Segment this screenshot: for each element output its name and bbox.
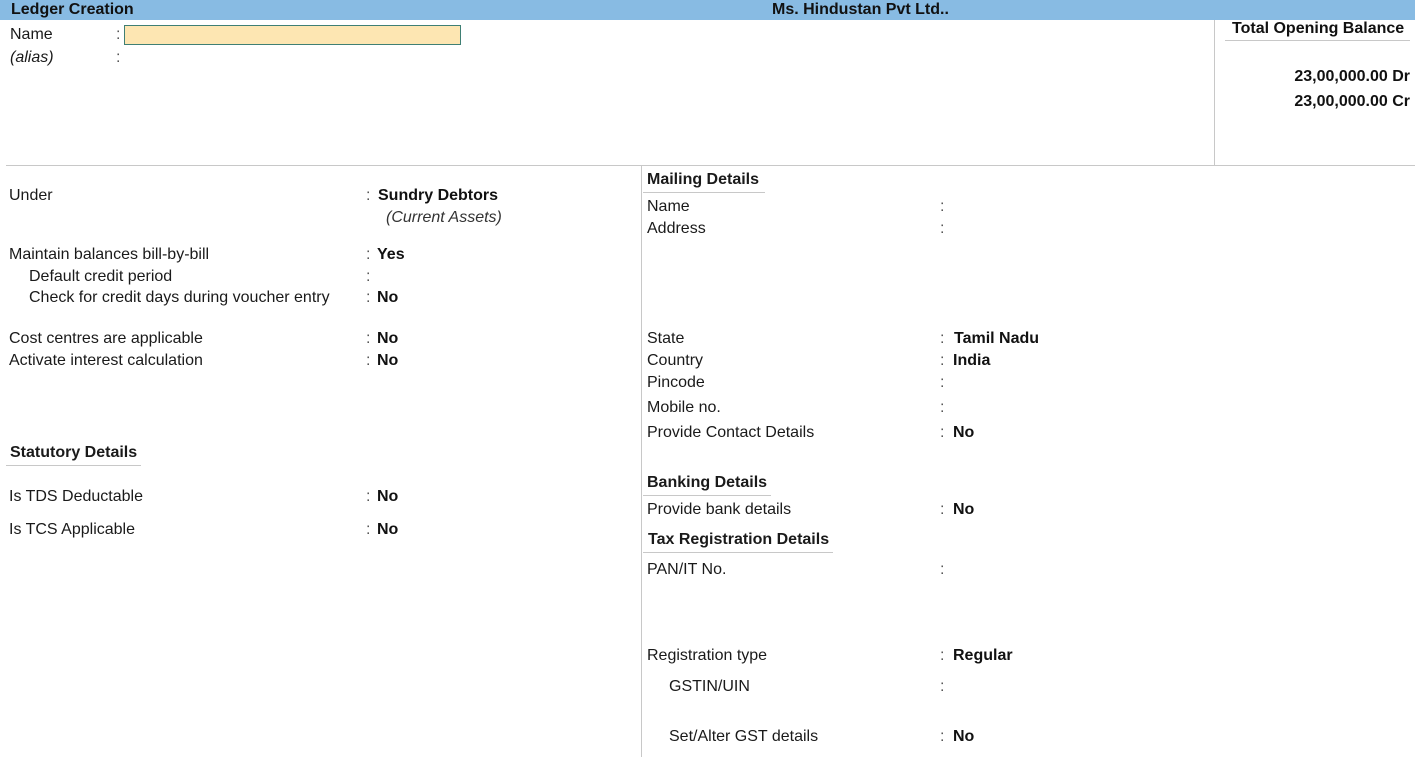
column-divider xyxy=(641,165,642,757)
balance-panel-divider xyxy=(1214,20,1215,165)
gst-details-label: Set/Alter GST details xyxy=(669,728,819,745)
under-value[interactable]: Sundry Debtors xyxy=(378,186,498,206)
ledger-name-input[interactable] xyxy=(124,25,461,45)
under-label: Under xyxy=(9,187,53,204)
state-value[interactable]: Tamil Nadu xyxy=(954,329,1039,349)
tds-label: Is TDS Deductable xyxy=(9,488,143,505)
check-credit-days-value[interactable]: No xyxy=(377,288,398,308)
tcs-label: Is TCS Applicable xyxy=(9,521,135,538)
bank-details-label: Provide bank details xyxy=(647,501,792,518)
title-bar: Ledger Creation Ms. Hindustan Pvt Ltd.. xyxy=(0,0,1415,20)
bank-details-value[interactable]: No xyxy=(953,500,974,520)
alias-label: (alias) xyxy=(10,49,54,66)
country-value[interactable]: India xyxy=(953,351,990,371)
pincode-label: Pincode xyxy=(647,374,705,391)
registration-type-label: Registration type xyxy=(647,647,768,664)
default-credit-period-label: Default credit period xyxy=(29,268,173,285)
name-colon: : xyxy=(116,26,121,43)
under-parent-group: (Current Assets) xyxy=(386,209,502,226)
default-credit-period-value[interactable] xyxy=(377,267,577,287)
mailing-name-label: Name xyxy=(647,198,690,215)
header-divider xyxy=(6,165,1415,166)
company-name: Ms. Hindustan Pvt Ltd.. xyxy=(772,1,949,18)
bill-by-bill-label: Maintain balances bill-by-bill xyxy=(9,246,210,263)
state-label: State xyxy=(647,330,685,347)
mobile-value[interactable] xyxy=(952,398,1152,418)
interest-calculation-value[interactable]: No xyxy=(377,351,398,371)
registration-type-value[interactable]: Regular xyxy=(953,646,1013,666)
alias-input[interactable] xyxy=(124,48,461,68)
total-opening-balance-title: Total Opening Balance xyxy=(1232,20,1405,37)
interest-calculation-label: Activate interest calculation xyxy=(9,352,203,369)
address-value[interactable] xyxy=(952,219,1252,239)
gstin-value[interactable] xyxy=(952,677,1152,697)
statutory-details-heading: Statutory Details xyxy=(6,443,142,466)
opening-balance-credit: 23,00,000.00 Cr xyxy=(1294,93,1410,110)
tds-value[interactable]: No xyxy=(377,487,398,507)
cost-centres-label: Cost centres are applicable xyxy=(9,330,203,347)
alias-colon: : xyxy=(116,49,121,66)
cost-centres-value[interactable]: No xyxy=(377,329,398,349)
balance-title-underline xyxy=(1225,40,1410,41)
bill-by-bill-value[interactable]: Yes xyxy=(377,245,405,265)
tax-registration-heading: Tax Registration Details xyxy=(643,530,834,553)
country-label: Country xyxy=(647,352,704,369)
check-credit-days-label: Check for credit days during voucher ent… xyxy=(29,289,330,306)
pincode-value[interactable] xyxy=(952,373,1152,393)
contact-details-value[interactable]: No xyxy=(953,423,974,443)
screen-title: Ledger Creation xyxy=(11,1,134,18)
mailing-name-value[interactable] xyxy=(952,197,1252,217)
mobile-label: Mobile no. xyxy=(647,399,721,416)
gstin-label: GSTIN/UIN xyxy=(669,678,750,695)
mailing-details-heading: Mailing Details xyxy=(643,170,766,193)
gst-details-value[interactable]: No xyxy=(953,727,974,747)
tcs-value[interactable]: No xyxy=(377,520,398,540)
opening-balance-debit: 23,00,000.00 Dr xyxy=(1294,68,1410,85)
pan-label: PAN/IT No. xyxy=(647,561,727,578)
banking-details-heading: Banking Details xyxy=(643,473,772,496)
name-label: Name xyxy=(10,26,53,43)
pan-value[interactable] xyxy=(952,560,1152,580)
contact-details-label: Provide Contact Details xyxy=(647,424,815,441)
address-label: Address xyxy=(647,220,706,237)
